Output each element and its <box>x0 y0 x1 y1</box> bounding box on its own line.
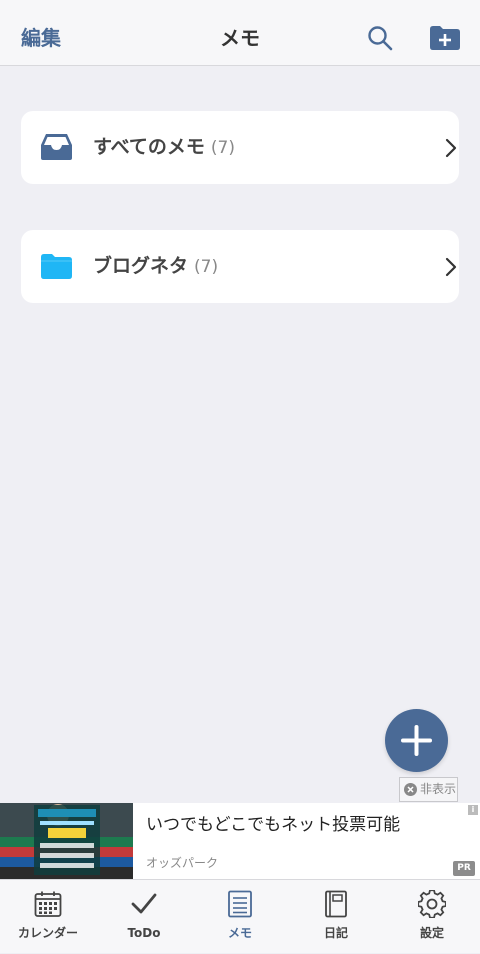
page-title: メモ <box>220 26 260 50</box>
notebook-icon <box>325 890 347 918</box>
folder-name: すべてのメモ (7) <box>93 133 235 162</box>
folder-title: ブログネタ <box>93 255 189 277</box>
chevron-right-icon <box>445 138 457 158</box>
folder-title: すべてのメモ <box>93 136 205 158</box>
hide-ad-button[interactable]: 非表示 <box>399 777 458 802</box>
tab-label: 日記 <box>323 926 348 940</box>
ad-banner[interactable]: いつでもどこでもネット投票可能 オッズパーク PR i <box>0 803 480 879</box>
calendar-icon <box>34 891 62 917</box>
tab-diary[interactable]: 日記 <box>288 880 384 954</box>
folder-name: ブログネタ (7) <box>93 252 218 281</box>
inbox-tray-icon <box>41 134 72 160</box>
tab-settings[interactable]: 設定 <box>384 880 480 954</box>
tab-bar: カレンダー ToDo メモ 日記 設定 <box>0 879 480 953</box>
folder-count: (7) <box>210 138 236 158</box>
hide-ad-label: 非表示 <box>420 782 457 796</box>
chevron-right-icon <box>445 257 457 277</box>
folder-plus-icon[interactable] <box>429 25 461 51</box>
checkmark-icon <box>131 893 157 914</box>
folder-row-all-memos[interactable]: すべてのメモ (7) <box>21 111 459 184</box>
tab-memo[interactable]: メモ <box>192 880 288 954</box>
navigation-bar: 編集 メモ <box>0 0 480 66</box>
tab-label: 設定 <box>419 926 444 940</box>
ad-headline: いつでもどこでもネット投票可能 <box>146 815 401 835</box>
add-memo-button[interactable] <box>385 709 448 772</box>
tab-label: メモ <box>227 926 252 940</box>
ad-advertiser: オッズパーク <box>146 856 219 870</box>
search-icon[interactable] <box>366 24 394 52</box>
close-circle-icon <box>404 783 417 796</box>
ad-pr-badge: PR <box>453 861 475 876</box>
tab-calendar[interactable]: カレンダー <box>0 880 96 954</box>
folder-icon <box>41 254 72 279</box>
gear-icon <box>418 890 446 918</box>
ad-thumbnail-image <box>0 803 133 879</box>
ad-info-icon[interactable]: i <box>468 805 478 815</box>
plus-icon <box>401 725 432 756</box>
tab-label: ToDo <box>127 926 161 940</box>
tab-label: カレンダー <box>17 926 78 940</box>
folder-count: (7) <box>194 257 219 277</box>
folder-row-blog-ideas[interactable]: ブログネタ (7) <box>21 230 459 303</box>
memo-icon <box>228 890 252 918</box>
tab-todo[interactable]: ToDo <box>96 880 192 954</box>
